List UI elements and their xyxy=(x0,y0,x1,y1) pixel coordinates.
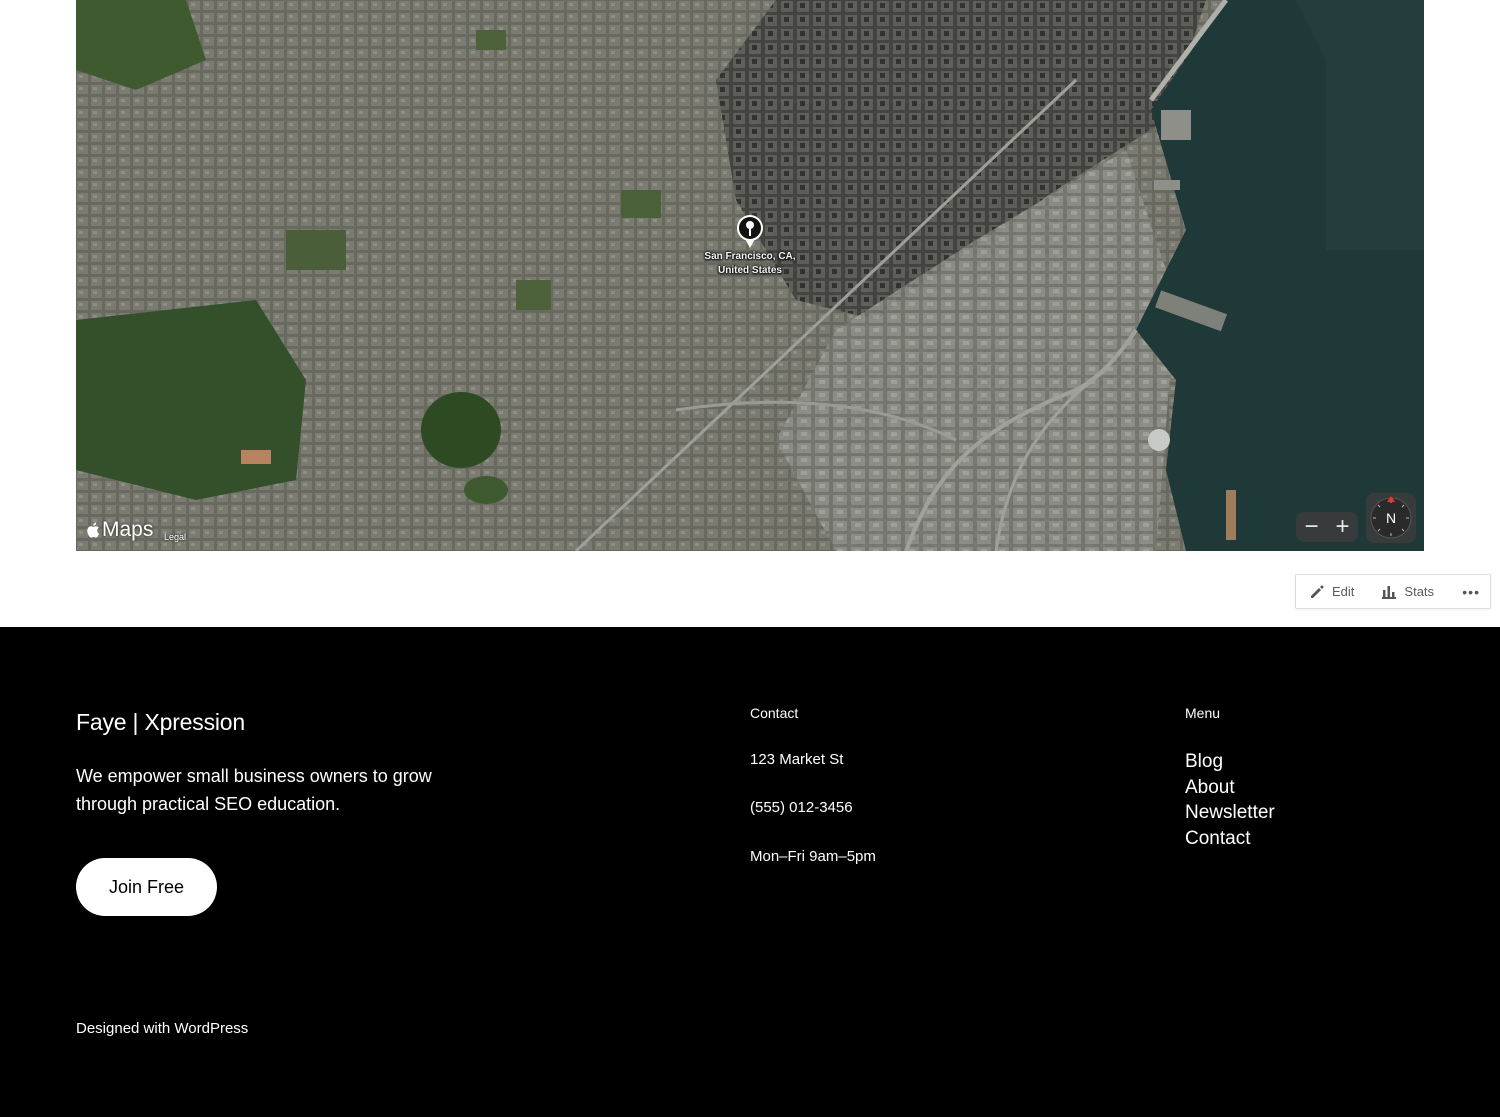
stats-label: Stats xyxy=(1404,584,1435,599)
site-title[interactable]: Faye | Xpression xyxy=(76,709,245,736)
apple-maps-logo: Maps xyxy=(86,518,153,542)
site-tagline: We empower small business owners to grow… xyxy=(76,766,432,814)
contact-address: 123 Market St xyxy=(750,751,844,768)
bar-chart-icon xyxy=(1382,585,1397,599)
edit-button[interactable]: Edit xyxy=(1296,575,1354,608)
contact-phone: (555) 012-3456 xyxy=(750,799,853,816)
compass-label: N xyxy=(1386,510,1396,526)
menu-item-contact[interactable]: Contact xyxy=(1185,826,1275,852)
zoom-in-button[interactable]: + xyxy=(1329,515,1357,539)
maps-brand-text: Maps xyxy=(102,518,154,541)
site-footer: Faye | Xpression We empower small busine… xyxy=(0,627,1500,1117)
pencil-icon xyxy=(1311,584,1324,598)
menu-item-about[interactable]: About xyxy=(1185,775,1275,801)
compass-button[interactable]: N xyxy=(1366,493,1416,543)
menu-item-blog[interactable]: Blog xyxy=(1185,749,1275,775)
zoom-out-button[interactable]: − xyxy=(1298,515,1326,539)
pin-label: San Francisco, CA, United States xyxy=(704,251,796,276)
edit-label: Edit xyxy=(1332,584,1355,599)
contact-hours: Mon–Fri 9am–5pm xyxy=(750,848,876,865)
contact-heading: Contact xyxy=(750,705,799,721)
footer-menu: Blog About Newsletter Contact xyxy=(1185,749,1275,851)
join-free-button[interactable]: Join Free xyxy=(76,858,217,916)
legal-link[interactable]: Legal xyxy=(164,532,186,542)
menu-heading: Menu xyxy=(1185,705,1221,721)
compass-icon: N xyxy=(1370,496,1412,539)
footer-credit[interactable]: Designed with WordPress xyxy=(76,1020,248,1037)
menu-item-newsletter[interactable]: Newsletter xyxy=(1185,800,1275,826)
stats-button[interactable]: Stats xyxy=(1354,575,1434,608)
apple-icon xyxy=(87,522,100,538)
post-admin-bar: Edit Stats ••• xyxy=(1295,574,1491,609)
location-pin-icon[interactable] xyxy=(736,214,764,250)
zoom-control: − + xyxy=(1296,512,1358,542)
map-embed[interactable]: San Francisco, CA, United States Maps Le… xyxy=(76,0,1424,551)
more-options-button[interactable]: ••• xyxy=(1462,575,1490,608)
more-icon: ••• xyxy=(1462,583,1480,600)
